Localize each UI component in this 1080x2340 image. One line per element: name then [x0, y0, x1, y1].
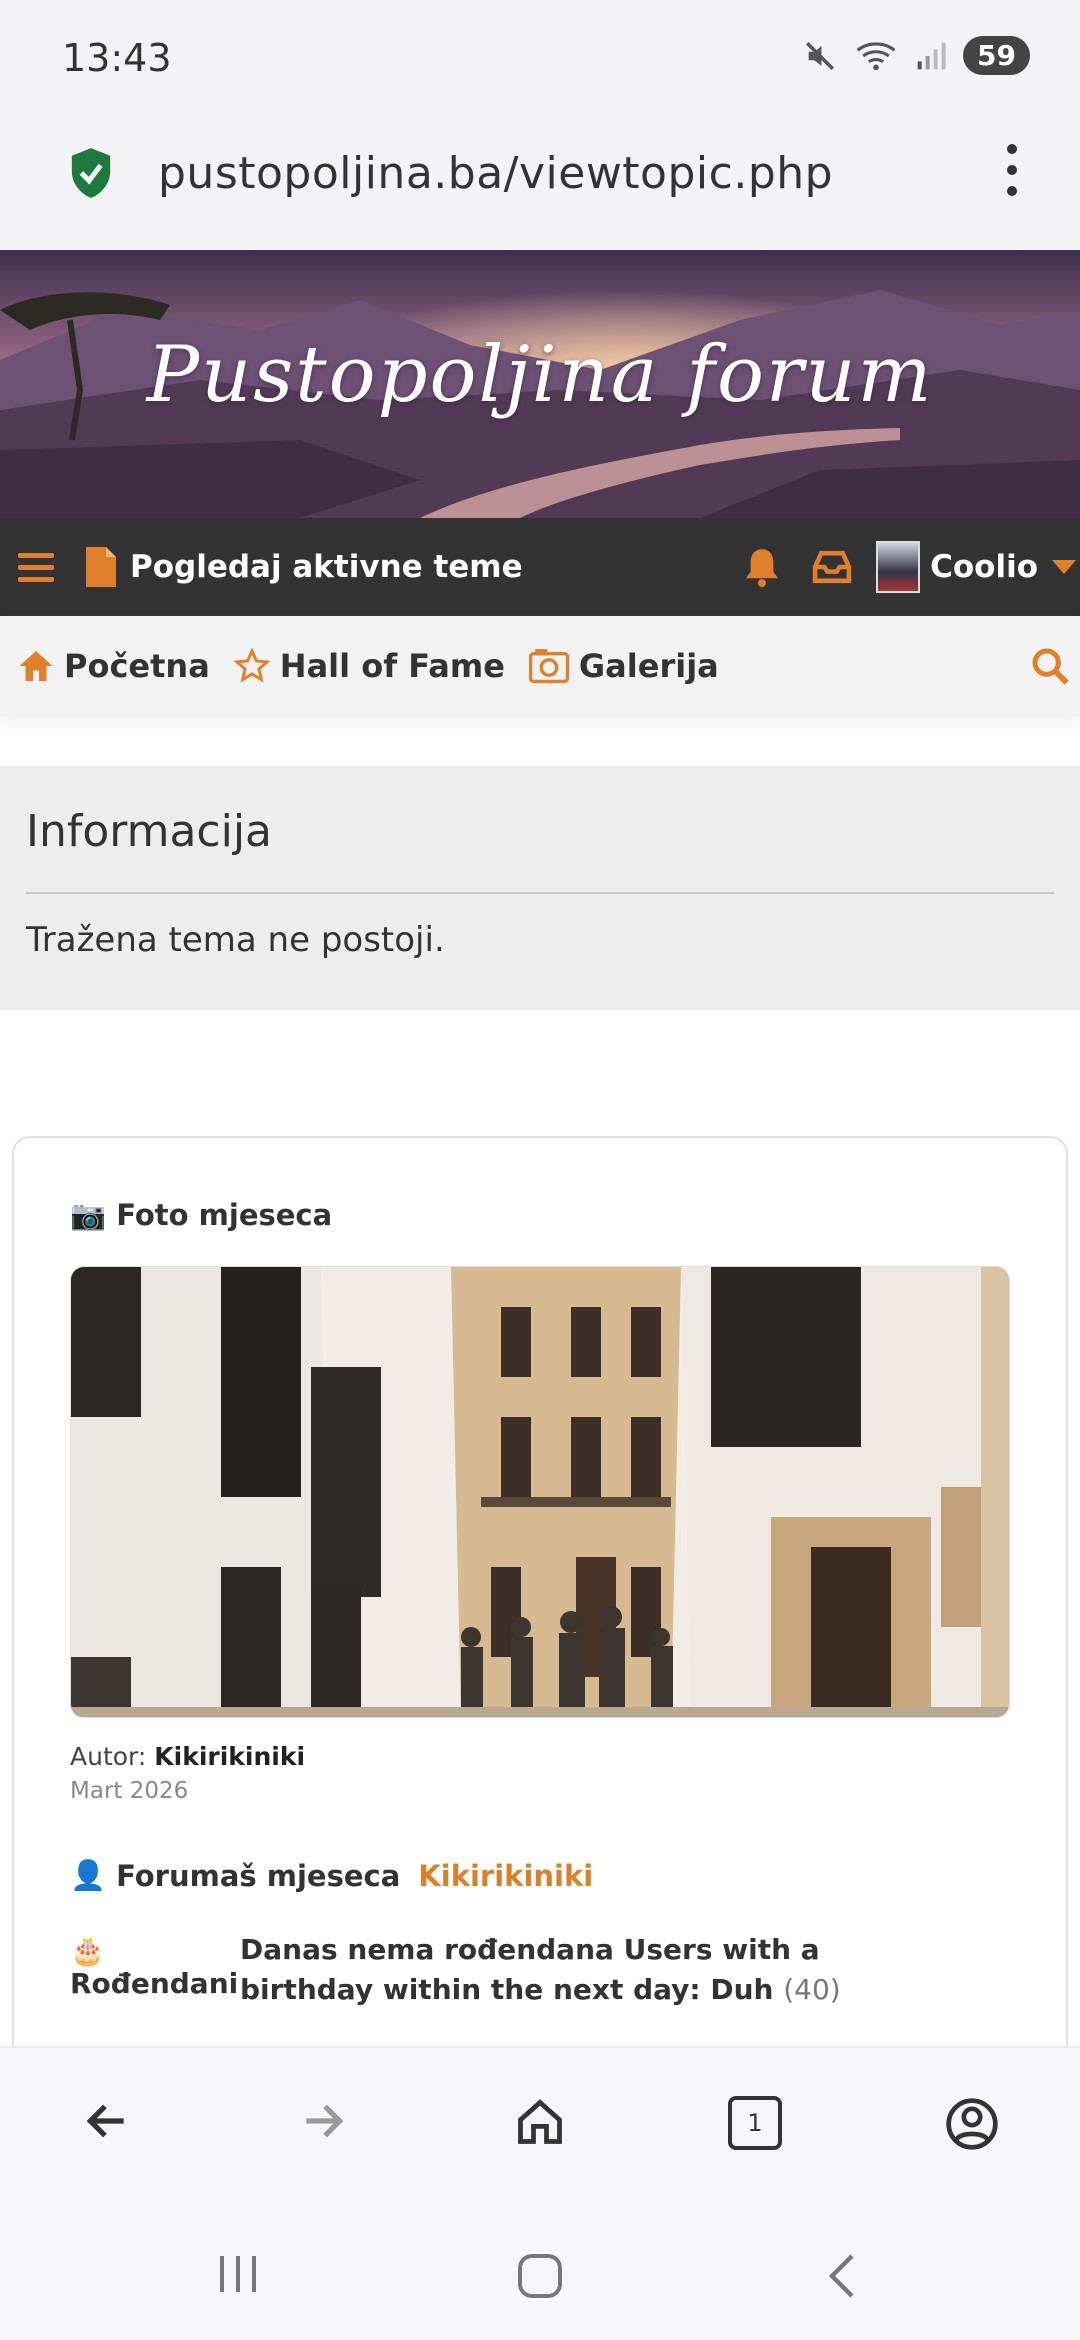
avatar[interactable] [876, 541, 921, 593]
top-navbar: Pogledaj aktivne teme Coolio [0, 518, 1080, 616]
birthdays-text-wrap: Danas nema rođendana Users with a birthd… [240, 1930, 940, 2010]
star-icon [233, 648, 270, 683]
camera-icon [528, 649, 569, 683]
photo-of-month-image[interactable] [70, 1266, 1010, 1718]
info-message: Tražena tema ne postoji. [26, 920, 445, 960]
chevron-down-icon[interactable] [1052, 560, 1076, 574]
divider [26, 892, 1054, 894]
nav-gallery-label: Galerija [578, 647, 719, 685]
status-time: 13:43 [62, 36, 172, 80]
url-bar[interactable]: pustopoljina.ba/viewtopic.php [0, 118, 1080, 250]
sub-navbar: Početna Hall of Fame Galerija [0, 616, 1080, 716]
search-icon[interactable] [1030, 646, 1070, 686]
photo-of-month-heading: 📷 Foto mjeseca [70, 1198, 332, 1233]
cake-icon: 🎂 [70, 1934, 105, 1967]
nav-hall-of-fame[interactable]: Hall of Fame [233, 647, 505, 685]
forum-banner[interactable]: Pustopoljina forum [0, 250, 1080, 518]
photo-date: Mart 2026 [70, 1778, 189, 1804]
info-title: Informacija [26, 806, 273, 857]
nav-hall-of-fame-label: Hall of Fame [279, 647, 505, 685]
document-icon [86, 547, 116, 587]
signal-icon [917, 42, 946, 69]
nav-home-label: Početna [64, 647, 210, 685]
birthdays-text: Danas nema rođendana Users with a birthd… [240, 1933, 820, 2006]
active-topics-link[interactable]: Pogledaj aktivne teme [130, 549, 523, 585]
home-icon [19, 651, 53, 681]
wifi-icon [856, 41, 896, 70]
birthdays-label: Rođendani [70, 1967, 239, 2000]
recent-apps-icon[interactable] [214, 2252, 262, 2296]
status-bar: 13:43 59 [0, 0, 1080, 118]
more-options-icon[interactable] [1000, 144, 1024, 196]
street-photo [71, 1267, 1009, 1717]
photo-of-month-label: Foto mjeseca [116, 1198, 333, 1232]
author-name[interactable]: Kikirikiniki [154, 1742, 305, 1771]
status-icons: 59 [803, 36, 1030, 75]
system-back-icon[interactable] [822, 2252, 862, 2300]
forward-arrow-icon[interactable] [298, 2096, 348, 2146]
back-arrow-icon[interactable] [82, 2096, 132, 2146]
shield-check-icon[interactable] [68, 146, 114, 200]
mute-icon [806, 41, 835, 70]
home-button-icon[interactable] [516, 2252, 564, 2300]
camera-icon: 📷 [70, 1198, 107, 1232]
account-icon[interactable] [944, 2096, 1000, 2152]
member-of-month-name[interactable]: Kikirikiniki [418, 1859, 593, 1893]
member-of-month-label: Forumaš mjeseca [116, 1858, 401, 1893]
home-icon[interactable] [514, 2096, 566, 2148]
nav-gallery[interactable]: Galerija [528, 647, 719, 685]
bell-icon[interactable] [742, 546, 782, 588]
system-nav-bar [0, 2206, 1080, 2340]
person-icon: 👤 [70, 1858, 107, 1892]
photo-author: Autor: Kikirikiniki [70, 1742, 305, 1771]
url-text[interactable]: pustopoljina.ba/viewtopic.php [158, 148, 833, 199]
username[interactable]: Coolio [930, 549, 1038, 585]
banner-title: Pustopoljina forum [146, 330, 934, 420]
member-of-month: 👤 Forumaš mjeseca Kikirikiniki [70, 1858, 593, 1893]
hamburger-icon[interactable] [18, 552, 54, 582]
browser-toolbar: 1 [0, 2046, 1080, 2206]
birthdays-label-wrap: 🎂Rođendani [70, 1934, 240, 2010]
birthday-age: (40) [783, 1973, 841, 2006]
author-label: Autor: [70, 1742, 147, 1771]
battery-indicator: 59 [963, 36, 1030, 75]
birthdays: 🎂Rođendani Danas nema rođendana Users wi… [70, 1933, 940, 2010]
nav-home[interactable]: Početna [18, 647, 210, 685]
inbox-icon[interactable] [812, 550, 852, 584]
tabs-button[interactable]: 1 [728, 2096, 782, 2150]
info-panel: Informacija Tražena tema ne postoji. [0, 766, 1080, 1010]
